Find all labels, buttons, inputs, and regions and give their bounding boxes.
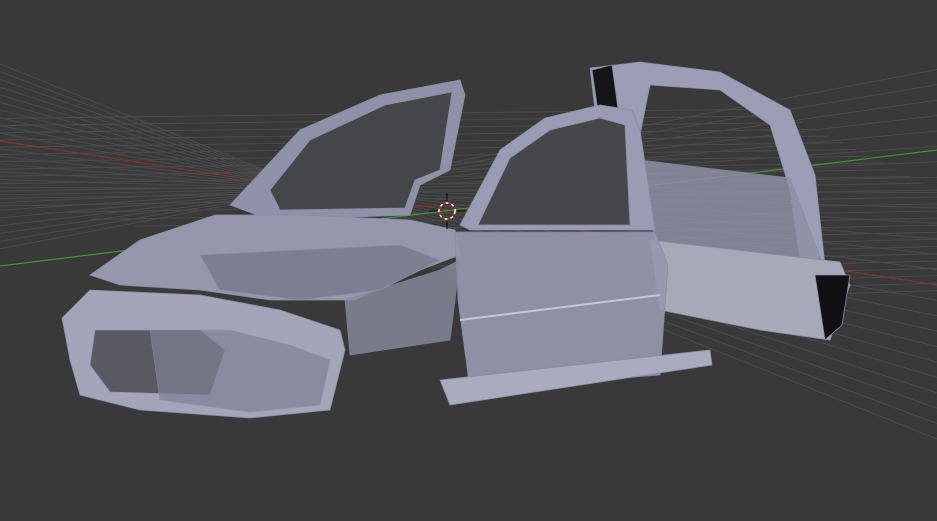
- viewport-canvas[interactable]: [0, 0, 937, 521]
- 3d-viewport[interactable]: [0, 0, 937, 521]
- car-body-mesh[interactable]: [61, 61, 851, 419]
